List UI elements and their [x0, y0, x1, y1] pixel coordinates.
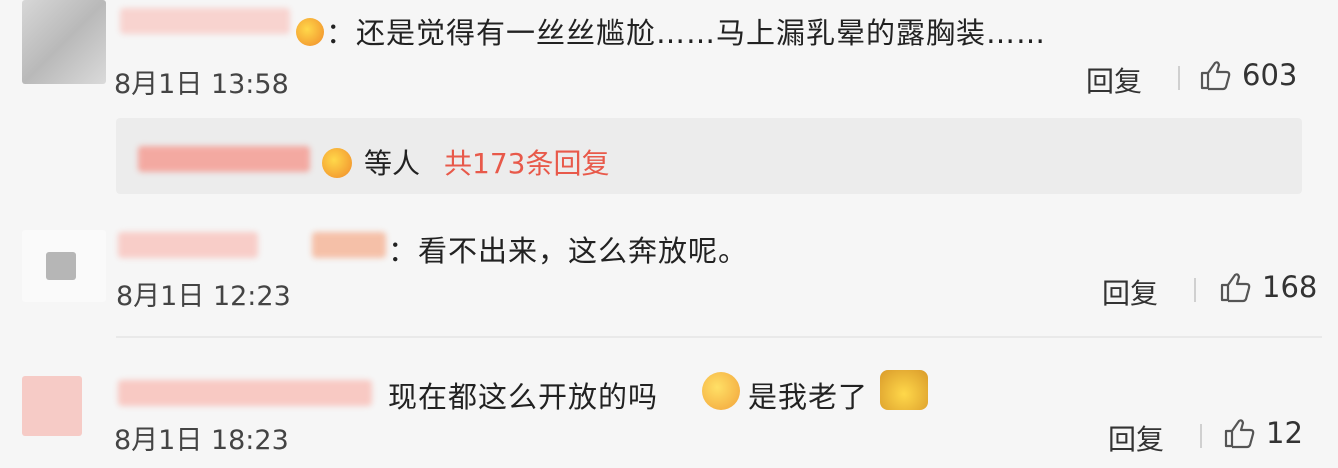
comment-text: 现在都这么开放的吗 — [388, 380, 659, 414]
thread-prefix: 等人 — [364, 147, 421, 180]
avatar[interactable] — [22, 0, 106, 84]
comment-text: ：看不出来，这么奔放呢。 — [388, 234, 749, 268]
like-count: 12 — [1266, 416, 1303, 450]
reply-button[interactable]: 回复 — [1108, 418, 1164, 458]
username-blurred[interactable] — [118, 380, 372, 406]
avatar[interactable] — [22, 376, 82, 436]
thumbs-up-icon — [1224, 419, 1255, 449]
separator — [1194, 278, 1196, 302]
thumbs-up-icon — [1200, 61, 1231, 91]
avatar[interactable] — [22, 230, 106, 302]
reply-button[interactable]: 回复 — [1086, 60, 1142, 100]
like-count: 168 — [1262, 270, 1318, 304]
username-blurred[interactable] — [312, 232, 386, 258]
username-blurred[interactable] — [118, 232, 258, 258]
username-blurred[interactable] — [120, 8, 290, 34]
avatar-image — [46, 252, 76, 280]
like-button[interactable]: 168 — [1218, 270, 1317, 304]
emoji-icon — [322, 148, 352, 178]
like-count: 603 — [1242, 58, 1298, 92]
separator — [1178, 66, 1180, 90]
like-button[interactable]: 603 — [1198, 58, 1297, 92]
comment-text: ：还是觉得有一丝丝尴尬……马上漏乳晕的露胸装…… — [326, 16, 1047, 50]
comment-time: 8月1日 13:58 — [114, 69, 289, 100]
emoji-icon — [702, 372, 740, 410]
view-replies-link[interactable]: 共173条回复 — [444, 142, 609, 182]
divider — [116, 336, 1322, 338]
comment-time: 8月1日 12:23 — [116, 281, 291, 312]
like-button[interactable]: 12 — [1222, 416, 1303, 450]
reply-username-blurred[interactable] — [138, 146, 310, 172]
emoji-icon — [296, 18, 324, 46]
thumbs-up-icon — [1220, 273, 1251, 303]
comment-text: 是我老了 — [748, 380, 869, 414]
comment-time: 8月1日 18:23 — [114, 425, 289, 456]
separator — [1200, 424, 1202, 448]
reply-button[interactable]: 回复 — [1102, 272, 1158, 312]
emoji-icon — [880, 370, 928, 410]
